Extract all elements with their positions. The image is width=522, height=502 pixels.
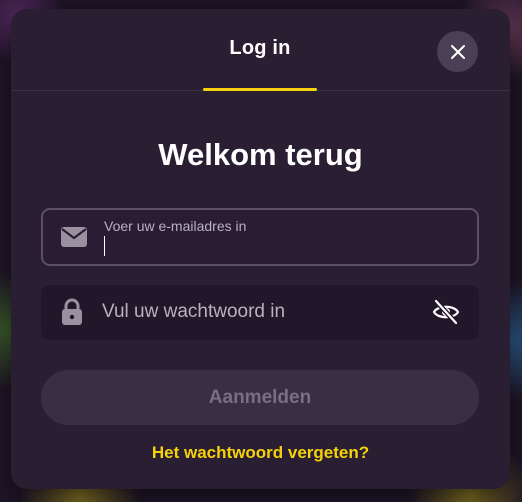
tab-active-indicator xyxy=(203,88,317,91)
close-button[interactable] xyxy=(437,31,478,72)
login-submit-button[interactable]: Aanmelden xyxy=(41,370,479,425)
page-title: Welkom terug xyxy=(158,137,363,172)
email-label: Voer uw e-mailadres in xyxy=(104,218,247,234)
envelope-icon xyxy=(60,226,88,248)
close-icon xyxy=(450,44,465,59)
modal-header: Log in xyxy=(11,9,510,91)
login-modal: Log in Welkom terug Voer uw e-mailadres … xyxy=(11,9,510,489)
lock-icon xyxy=(60,297,84,325)
password-field[interactable] xyxy=(41,285,479,340)
text-caret xyxy=(104,236,105,256)
email-field[interactable]: Voer uw e-mailadres in xyxy=(41,208,479,266)
tab-login[interactable]: Log in xyxy=(203,37,317,90)
eye-off-icon[interactable] xyxy=(431,297,461,327)
password-input[interactable] xyxy=(102,299,412,325)
email-input[interactable] xyxy=(103,237,453,259)
forgot-password-link[interactable]: Het wachtwoord vergeten? xyxy=(11,443,510,463)
tab-login-label: Log in xyxy=(229,37,291,59)
